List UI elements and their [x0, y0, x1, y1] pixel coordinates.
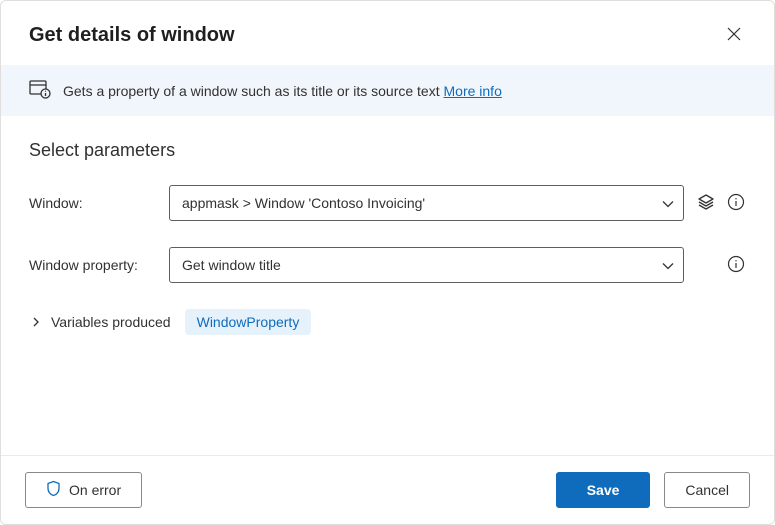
shield-icon — [46, 480, 61, 500]
window-property-select[interactable]: Get window title — [169, 247, 684, 283]
window-select-value: appmask > Window 'Contoso Invoicing' — [182, 195, 425, 211]
window-detail-icon — [29, 79, 51, 102]
chevron-right-icon — [32, 314, 40, 330]
window-property-label: Window property: — [29, 257, 161, 273]
section-title: Select parameters — [29, 140, 746, 161]
cancel-label: Cancel — [685, 482, 729, 498]
variables-produced-row: Variables produced WindowProperty — [29, 309, 746, 335]
ui-element-picker-button[interactable] — [696, 193, 716, 213]
info-bar-text: Gets a property of a window such as its … — [63, 83, 502, 99]
on-error-button[interactable]: On error — [25, 472, 142, 508]
more-info-link[interactable]: More info — [444, 83, 502, 99]
close-icon — [727, 27, 741, 44]
variables-toggle[interactable] — [29, 315, 43, 329]
window-label: Window: — [29, 195, 161, 211]
layers-icon — [697, 193, 715, 214]
save-label: Save — [587, 482, 620, 498]
window-help-button[interactable] — [726, 193, 746, 213]
cancel-button[interactable]: Cancel — [664, 472, 750, 508]
info-icon — [727, 255, 745, 276]
info-bar-description: Gets a property of a window such as its … — [63, 83, 444, 99]
window-select[interactable]: appmask > Window 'Contoso Invoicing' — [169, 185, 684, 221]
dialog-header: Get details of window — [1, 1, 774, 65]
dialog-content: Select parameters Window: appmask > Wind… — [1, 116, 774, 455]
variable-chip[interactable]: WindowProperty — [185, 309, 312, 335]
close-button[interactable] — [718, 19, 750, 51]
window-property-row: Window property: Get window title — [29, 247, 746, 283]
dialog-footer: On error Save Cancel — [1, 455, 774, 524]
info-bar: Gets a property of a window such as its … — [1, 65, 774, 116]
save-button[interactable]: Save — [556, 472, 651, 508]
info-icon — [727, 193, 745, 214]
window-property-help-button[interactable] — [726, 255, 746, 275]
dialog-title: Get details of window — [29, 24, 235, 47]
window-row: Window: appmask > Window 'Contoso Invoic… — [29, 185, 746, 221]
window-property-select-value: Get window title — [182, 257, 281, 273]
variables-label: Variables produced — [51, 314, 171, 330]
on-error-label: On error — [69, 482, 121, 498]
